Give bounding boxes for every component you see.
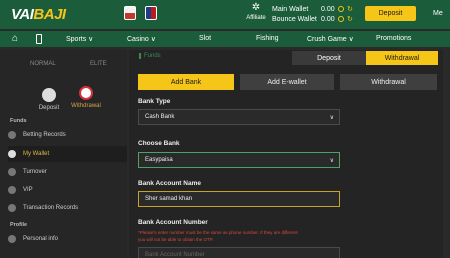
refresh-icon[interactable]: ↻ <box>347 5 353 13</box>
partner-badge-1 <box>124 6 136 20</box>
header-deposit-button[interactable]: Deposit <box>365 6 416 21</box>
nav-sports[interactable]: Sports ∨ <box>66 35 93 43</box>
nav-fishing[interactable]: Fishing <box>256 35 279 42</box>
choose-bank-select[interactable]: Easypaisa ∨ <box>138 152 340 168</box>
vip-icon <box>8 186 16 194</box>
main-wallet: Main Wallet 0.00 ↻ <box>272 5 353 14</box>
person-icon <box>8 235 16 243</box>
brand-logo[interactable]: VAIBAJI <box>11 6 66 23</box>
chevron-down-icon: ∨ <box>329 115 334 121</box>
transaction-icon <box>8 204 16 212</box>
chevron-down-icon: ∨ <box>329 158 334 164</box>
account-number-label: Bank Account Number <box>138 219 208 226</box>
account-sidebar: NORMAL ELITE Deposit Withdrawal Funds Be… <box>0 50 127 258</box>
bank-type-label: Bank Type <box>138 98 171 105</box>
tab-withdrawal[interactable]: Withdrawal <box>366 51 438 65</box>
funds-section-header: Funds <box>10 118 27 124</box>
tab-deposit[interactable]: Deposit <box>292 51 366 65</box>
affiliate-button[interactable]: ✲ Affiliate <box>245 2 267 22</box>
tab-elite[interactable]: ELITE <box>90 61 107 67</box>
bounce-wallet: Bounce Wallet 0.00 ↻ <box>272 15 353 24</box>
betting-records-icon <box>8 131 16 139</box>
add-bank-button[interactable]: Add Bank <box>138 74 234 90</box>
sidebar-item-transaction-records[interactable]: Transaction Records <box>8 200 127 216</box>
profile-section-header: Profile <box>10 222 28 228</box>
coin-icon <box>338 6 344 12</box>
refresh-icon[interactable]: ↻ <box>347 15 353 23</box>
turnover-icon <box>8 168 16 176</box>
top-header: VAIBAJI ✲ Affiliate Main Wallet 0.00 ↻ B… <box>0 0 450 29</box>
partner-badge-2 <box>145 6 157 20</box>
nav-promotions[interactable]: Promotions <box>376 35 411 42</box>
sidebar-item-betting-records[interactable]: Betting Records <box>8 127 127 143</box>
wallet-panel: Funds Deposit Withdrawal Add Bank Add E-… <box>129 50 443 258</box>
account-name-input[interactable]: Sher samad khan <box>138 191 340 207</box>
page-title: Funds <box>139 53 161 59</box>
vip-tabs: NORMAL ELITE <box>10 58 127 72</box>
choose-bank-label: Choose Bank <box>138 140 180 147</box>
account-number-input[interactable]: Bank Account Number <box>138 247 340 258</box>
nav-slot[interactable]: Slot <box>199 35 211 42</box>
add-ewallet-button[interactable]: Add E-wallet <box>240 74 334 90</box>
account-number-hint-2: you will not be able to obtain the OTP. <box>138 237 214 242</box>
coin-icon <box>338 16 344 22</box>
sidebar-item-my-wallet[interactable]: My Wallet <box>8 146 127 162</box>
sidebar-item-personal-info[interactable]: Personal info <box>8 231 127 247</box>
account-number-hint: *Please's enter number must be the same … <box>138 230 298 235</box>
affiliate-icon: ✲ <box>251 2 261 13</box>
bank-type-select[interactable]: Cash Bank ∨ <box>138 109 340 125</box>
phone-icon[interactable] <box>36 34 42 44</box>
account-name-label: Bank Account Name <box>138 180 201 187</box>
wallet-icon <box>8 150 16 158</box>
sidebar-withdrawal-button[interactable]: Withdrawal <box>69 86 103 109</box>
sidebar-item-vip[interactable]: VIP <box>8 182 127 198</box>
nav-crush-game[interactable]: Crush Game ∨ <box>307 35 354 43</box>
sidebar-deposit-button[interactable]: Deposit <box>32 88 66 111</box>
quick-actions: Deposit Withdrawal <box>0 80 127 132</box>
member-menu[interactable]: Me <box>433 10 443 17</box>
withdrawal-icon <box>79 86 93 100</box>
home-icon[interactable]: ⌂ <box>12 34 18 44</box>
nav-casino[interactable]: Casino ∨ <box>127 35 156 43</box>
main-nav: ⌂ Sports ∨ Casino ∨ Slot Fishing Crush G… <box>0 31 450 47</box>
withdrawal-subtab[interactable]: Withdrawal <box>340 74 437 90</box>
tab-normal[interactable]: NORMAL <box>30 61 56 67</box>
sidebar-item-turnover[interactable]: Turnover <box>8 164 127 180</box>
deposit-icon <box>42 88 56 102</box>
